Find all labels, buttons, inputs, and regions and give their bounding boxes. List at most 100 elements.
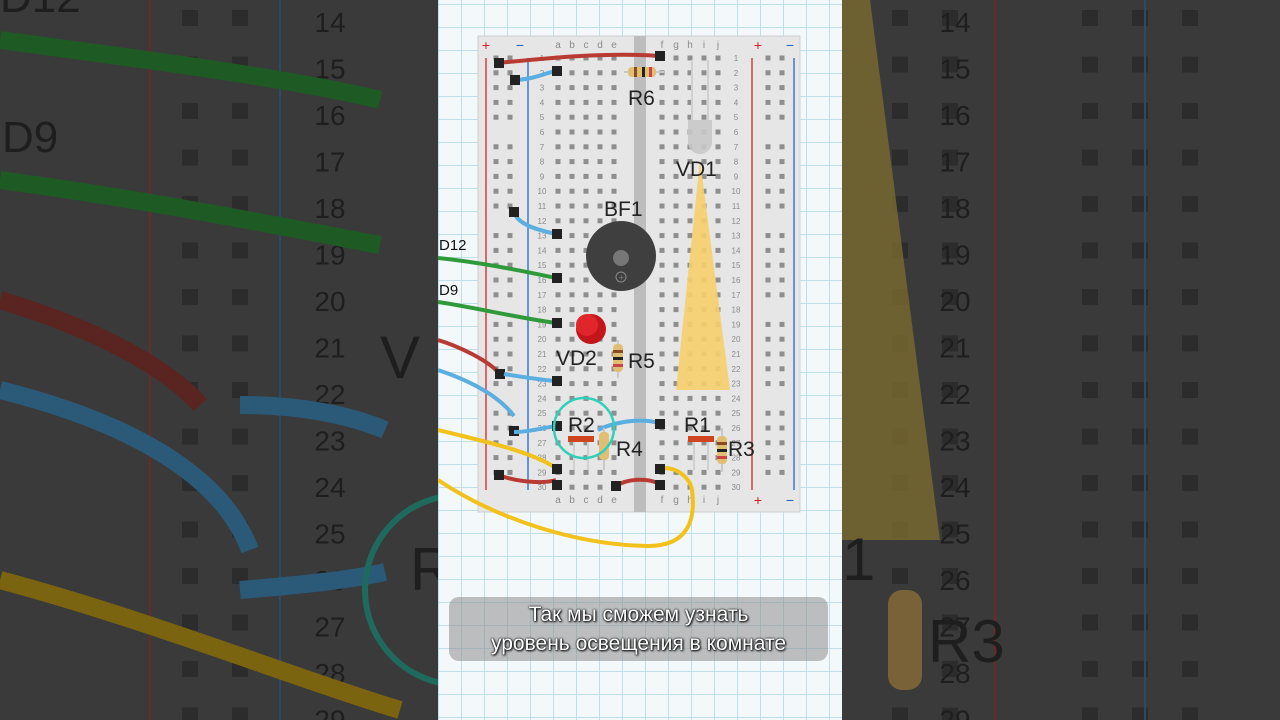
svg-text:5: 5	[734, 113, 739, 122]
svg-text:1: 1	[842, 526, 875, 593]
top-left-plus: +	[482, 37, 490, 53]
svg-text:26: 26	[939, 565, 970, 596]
svg-text:D12: D12	[0, 0, 81, 22]
svg-text:10: 10	[538, 187, 547, 196]
label-bf1: BF1	[604, 198, 643, 221]
svg-text:12: 12	[538, 217, 547, 226]
svg-text:15: 15	[732, 261, 741, 270]
svg-text:10: 10	[732, 187, 741, 196]
svg-text:26: 26	[732, 424, 741, 433]
svg-text:29: 29	[732, 468, 741, 477]
svg-text:25: 25	[939, 519, 970, 550]
svg-text:16: 16	[314, 100, 345, 131]
svg-text:21: 21	[732, 350, 741, 359]
svg-text:f: f	[661, 495, 664, 506]
svg-text:h: h	[687, 40, 693, 51]
svg-text:21: 21	[538, 350, 547, 359]
svg-text:1: 1	[734, 54, 739, 63]
svg-text:22: 22	[538, 365, 547, 374]
svg-text:16: 16	[939, 100, 970, 131]
caption-line-2: уровень освещения в комнате	[490, 632, 787, 655]
svg-text:a: a	[555, 40, 561, 51]
svg-text:30: 30	[732, 483, 741, 492]
svg-text:16: 16	[732, 276, 741, 285]
svg-text:18: 18	[314, 193, 345, 224]
svg-text:17: 17	[939, 147, 970, 178]
svg-text:g: g	[673, 40, 679, 51]
svg-text:6: 6	[540, 128, 545, 137]
label-r4: R4	[616, 438, 643, 461]
bf1-buzzer: +	[586, 221, 656, 291]
bottom-right-plus: +	[754, 492, 762, 508]
svg-text:24: 24	[314, 472, 345, 503]
svg-text:2: 2	[734, 69, 739, 78]
svg-text:c: c	[584, 495, 589, 506]
svg-text:17: 17	[538, 291, 547, 300]
svg-text:7: 7	[540, 143, 545, 152]
label-r2: R2	[568, 414, 595, 437]
svg-text:29: 29	[538, 468, 547, 477]
svg-text:4: 4	[540, 98, 545, 107]
svg-text:29: 29	[939, 705, 970, 720]
svg-text:19: 19	[939, 240, 970, 271]
svg-text:27: 27	[314, 612, 345, 643]
svg-text:21: 21	[314, 333, 345, 364]
svg-text:19: 19	[732, 320, 741, 329]
label-r5: R5	[628, 350, 655, 373]
svg-text:30: 30	[538, 483, 547, 492]
wire-label-d9: D9	[439, 282, 458, 299]
svg-text:29: 29	[314, 705, 345, 720]
svg-text:7: 7	[734, 143, 739, 152]
svg-text:12: 12	[732, 217, 741, 226]
svg-text:13: 13	[732, 232, 741, 241]
label-vd2: VD2	[556, 347, 597, 370]
svg-text:d: d	[597, 495, 603, 506]
svg-text:23: 23	[732, 380, 741, 389]
svg-text:17: 17	[732, 291, 741, 300]
svg-text:23: 23	[314, 426, 345, 457]
svg-text:c: c	[584, 40, 589, 51]
top-right-plus: +	[754, 37, 762, 53]
svg-text:25: 25	[538, 409, 547, 418]
svg-text:17: 17	[314, 147, 345, 178]
svg-text:14: 14	[732, 246, 741, 255]
svg-text:11: 11	[538, 202, 547, 211]
svg-text:j: j	[716, 40, 719, 51]
top-right-minus: −	[786, 37, 794, 53]
svg-text:i: i	[703, 40, 705, 51]
svg-text:18: 18	[732, 306, 741, 315]
svg-text:D9: D9	[2, 113, 58, 162]
svg-text:j: j	[716, 495, 719, 506]
svg-text:3: 3	[734, 84, 739, 93]
svg-text:21: 21	[939, 333, 970, 364]
svg-text:15: 15	[538, 261, 547, 270]
svg-text:R3: R3	[928, 608, 1005, 675]
svg-text:14: 14	[538, 246, 547, 255]
svg-text:e: e	[611, 40, 617, 51]
svg-text:5: 5	[540, 113, 545, 122]
svg-text:25: 25	[732, 409, 741, 418]
svg-text:+: +	[619, 273, 624, 282]
caption-line-1: Так мы сможем узнать	[528, 603, 749, 626]
svg-text:24: 24	[538, 394, 547, 403]
svg-text:b: b	[569, 495, 575, 506]
svg-text:23: 23	[939, 426, 970, 457]
svg-text:i: i	[703, 495, 705, 506]
svg-text:14: 14	[939, 7, 970, 38]
svg-text:e: e	[611, 495, 617, 506]
svg-text:a: a	[555, 495, 561, 506]
svg-text:g: g	[673, 495, 679, 506]
svg-text:9: 9	[734, 172, 739, 181]
subtitle-caption: Так мы сможем узнать уровень освещения в…	[449, 597, 828, 661]
svg-text:20: 20	[538, 335, 547, 344]
svg-text:d: d	[597, 40, 603, 51]
svg-text:14: 14	[314, 7, 345, 38]
svg-text:22: 22	[732, 365, 741, 374]
svg-text:20: 20	[939, 286, 970, 317]
svg-text:18: 18	[538, 306, 547, 315]
top-left-minus: −	[516, 37, 524, 53]
label-r6: R6	[628, 87, 655, 110]
svg-text:25: 25	[314, 519, 345, 550]
svg-text:15: 15	[939, 54, 970, 85]
svg-text:9: 9	[540, 172, 545, 181]
